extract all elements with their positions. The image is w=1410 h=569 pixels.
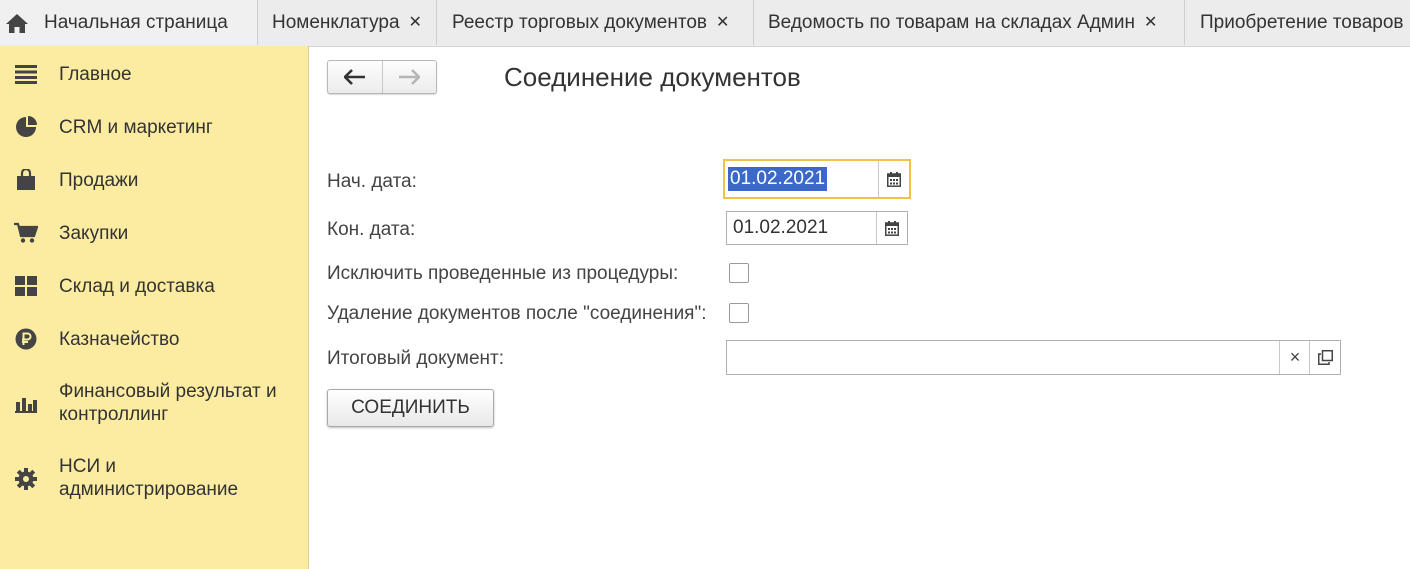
exclude-posted-label: Исключить проведенные из процедуры: bbox=[327, 263, 679, 284]
sidebar-item-label: Склад и доставка bbox=[59, 275, 215, 297]
forward-button[interactable] bbox=[381, 61, 437, 93]
tab-label: Ведомость по товарам на складах Админ bbox=[768, 11, 1135, 33]
sidebar-item-label: Финансовый результат и контроллинг bbox=[59, 381, 277, 425]
start-date-value: 01.02.2021 bbox=[728, 167, 828, 191]
pie-chart-icon bbox=[14, 115, 38, 139]
tab-label: Приобретение товаров bbox=[1200, 11, 1404, 33]
calendar-icon bbox=[885, 220, 899, 236]
delete-after-join-checkbox[interactable] bbox=[729, 303, 749, 323]
start-date-field[interactable]: 01.02.2021 bbox=[723, 159, 911, 199]
gear-icon bbox=[14, 467, 38, 491]
sidebar-item-label: Главное bbox=[59, 63, 132, 85]
tab-bar: Начальная страница Номенклатура ✕ Реестр… bbox=[0, 0, 1410, 47]
calendar-button[interactable] bbox=[876, 212, 907, 244]
sidebar-item-admin[interactable]: НСИ и администрирование bbox=[0, 455, 308, 503]
sidebar-item-main[interactable]: Главное bbox=[0, 62, 308, 86]
page-title: Соединение документов bbox=[504, 62, 801, 92]
tab-warehouse-statement[interactable]: Ведомость по товарам на складах Админ ✕ bbox=[754, 0, 1185, 45]
arrow-left-icon bbox=[343, 69, 365, 85]
close-icon[interactable]: ✕ bbox=[716, 14, 729, 31]
sidebar-item-purchases[interactable]: Закупки bbox=[0, 221, 308, 245]
sidebar-item-treasury[interactable]: Казначейство bbox=[0, 327, 308, 351]
result-document-label: Итоговый документ: bbox=[327, 348, 505, 369]
shopping-bag-icon bbox=[14, 168, 38, 192]
warehouse-grid-icon bbox=[14, 274, 38, 298]
end-date-value: 01.02.2021 bbox=[733, 217, 829, 238]
tab-label: Реестр торговых документов bbox=[452, 11, 707, 33]
back-button[interactable] bbox=[328, 61, 382, 93]
tab-goods-purchase[interactable]: Приобретение товаров bbox=[1185, 0, 1410, 45]
tab-label: Начальная страница bbox=[44, 11, 228, 33]
clear-icon: × bbox=[1289, 347, 1301, 367]
tab-nomenclature[interactable]: Номенклатура ✕ bbox=[258, 0, 437, 45]
history-nav bbox=[327, 60, 437, 94]
bar-chart-icon bbox=[14, 392, 38, 416]
calendar-icon bbox=[887, 171, 901, 187]
sidebar-item-financial-result[interactable]: Финансовый результат и контроллинг bbox=[0, 380, 308, 428]
calendar-button[interactable] bbox=[878, 161, 909, 197]
tab-home[interactable]: Начальная страница bbox=[0, 0, 258, 45]
end-date-field[interactable]: 01.02.2021 bbox=[726, 211, 908, 245]
arrow-right-icon bbox=[399, 69, 421, 85]
shopping-cart-icon bbox=[14, 221, 38, 245]
sidebar-item-label: Продажи bbox=[59, 169, 139, 191]
result-document-field[interactable]: × bbox=[726, 340, 1341, 375]
close-icon[interactable]: ✕ bbox=[1144, 14, 1157, 31]
sidebar-item-label: НСИ и администрирование bbox=[59, 456, 239, 500]
sidebar-item-sales[interactable]: Продажи bbox=[0, 168, 308, 192]
open-window-icon bbox=[1317, 350, 1333, 365]
tab-label: Номенклатура bbox=[272, 11, 400, 33]
sidebar-item-crm[interactable]: CRM и маркетинг bbox=[0, 115, 308, 139]
close-icon[interactable]: ✕ bbox=[409, 14, 422, 31]
sidebar-item-label: Закупки bbox=[59, 222, 129, 244]
ruble-coin-icon bbox=[14, 327, 38, 351]
join-button[interactable]: СОЕДИНИТЬ bbox=[327, 389, 494, 427]
delete-after-join-label: Удаление документов после "соединения": bbox=[327, 303, 707, 324]
sidebar: Главное CRM и маркетинг Продажи Закупки … bbox=[0, 46, 309, 569]
sidebar-item-label: CRM и маркетинг bbox=[59, 116, 213, 138]
sidebar-item-label: Казначейство bbox=[59, 328, 180, 350]
sidebar-item-warehouse[interactable]: Склад и доставка bbox=[0, 274, 308, 298]
end-date-label: Кон. дата: bbox=[327, 219, 416, 240]
open-document-button[interactable] bbox=[1309, 341, 1340, 374]
home-icon bbox=[6, 13, 28, 33]
menu-lines-icon bbox=[14, 62, 38, 86]
exclude-posted-checkbox[interactable] bbox=[729, 263, 749, 283]
clear-button[interactable]: × bbox=[1279, 341, 1310, 374]
start-date-label: Нач. дата: bbox=[327, 171, 417, 192]
tab-trade-documents-register[interactable]: Реестр торговых документов ✕ bbox=[437, 0, 754, 45]
